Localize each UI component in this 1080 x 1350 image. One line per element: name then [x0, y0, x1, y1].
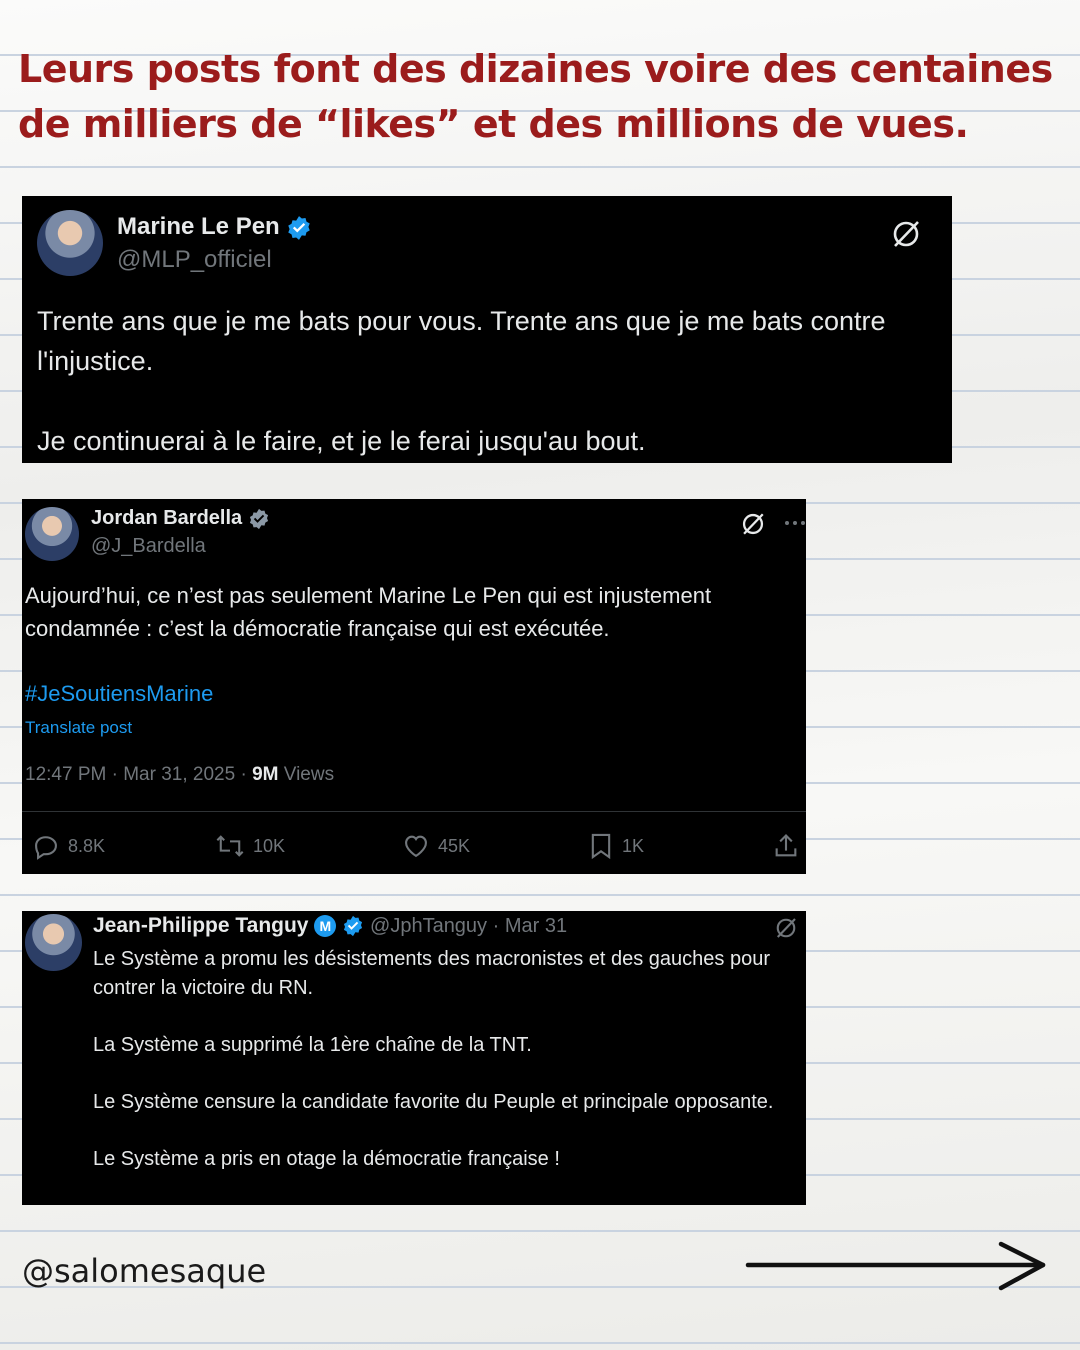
- author-name[interactable]: Jean-Philippe Tanguy M @JphTanguy · Mar …: [93, 914, 567, 938]
- tweet-card-bardella[interactable]: Jordan Bardella @J_Bardella Aujourd’hui,…: [22, 499, 806, 874]
- tweet-paragraph: Je continuerai à le faire, et je le fera…: [37, 426, 646, 456]
- author-name[interactable]: Marine Le Pen: [117, 213, 312, 241]
- like-icon: [405, 835, 427, 858]
- grok-icon[interactable]: [890, 218, 922, 250]
- reply-button[interactable]: 8.8K: [32, 832, 105, 860]
- share-icon[interactable]: [772, 832, 800, 860]
- avatar[interactable]: [25, 914, 82, 971]
- affiliation-badge[interactable]: M: [314, 915, 337, 938]
- footer-handle: @salomesaque: [22, 1252, 267, 1290]
- tweet-timestamp: 12:47 PM · Mar 31, 2025 · 9M Views: [25, 764, 335, 785]
- verified-badge-icon: [288, 215, 311, 240]
- repost-icon: [216, 835, 244, 857]
- tweet-text: Le Système a promu les désistements des …: [93, 945, 798, 1174]
- headline: Leurs posts font des dizaines voire des …: [18, 47, 1053, 146]
- tweet-text: Aujourd’hui, ce n’est pas seulement Mari…: [25, 583, 712, 641]
- tweet-paragraph: Le Système censure la candidate favorite…: [93, 1091, 774, 1113]
- tweet-paragraph: Trente ans que je me bats pour vous. Tre…: [37, 306, 893, 376]
- reply-icon: [35, 836, 57, 860]
- tweet-paragraph: Le Système a promu les désistements des …: [93, 948, 776, 999]
- verified-badge-icon: [249, 508, 268, 529]
- tweet-card-mlp[interactable]: Marine Le Pen @MLP_officiel Trente ans q…: [22, 196, 952, 463]
- avatar[interactable]: [25, 507, 79, 561]
- grok-icon[interactable]: [774, 916, 798, 940]
- grok-icon[interactable]: [740, 511, 766, 537]
- bookmark-button[interactable]: 1K: [588, 832, 644, 860]
- author-handle[interactable]: @MLP_officiel: [117, 246, 272, 274]
- verified-badge-icon: [344, 916, 363, 937]
- hashtag-link[interactable]: #JeSoutiensMarine: [25, 681, 213, 707]
- views-count: 9M: [252, 764, 279, 785]
- avatar[interactable]: [37, 210, 103, 276]
- tweet-paragraph: Le Système a pris en otage la démocratie…: [93, 1148, 560, 1170]
- arrow-right-icon: [745, 1241, 1046, 1291]
- author-handle[interactable]: @J_Bardella: [91, 535, 206, 558]
- bookmark-icon: [591, 833, 611, 860]
- more-icon[interactable]: [784, 519, 806, 527]
- tweet-paragraph: La Système a supprimé la 1ère chaîne de …: [93, 1034, 532, 1056]
- like-button[interactable]: 45K: [402, 832, 470, 860]
- divider: [22, 811, 806, 812]
- tweet-card-tanguy[interactable]: Jean-Philippe Tanguy M @JphTanguy · Mar …: [22, 911, 806, 1205]
- author-name[interactable]: Jordan Bardella: [91, 507, 270, 530]
- translate-post-link[interactable]: Translate post: [25, 718, 132, 738]
- author-handle[interactable]: @JphTanguy · Mar 31: [370, 915, 567, 937]
- repost-button[interactable]: 10K: [215, 832, 285, 860]
- tweet-text: Trente ans que je me bats pour vous. Tre…: [37, 301, 942, 461]
